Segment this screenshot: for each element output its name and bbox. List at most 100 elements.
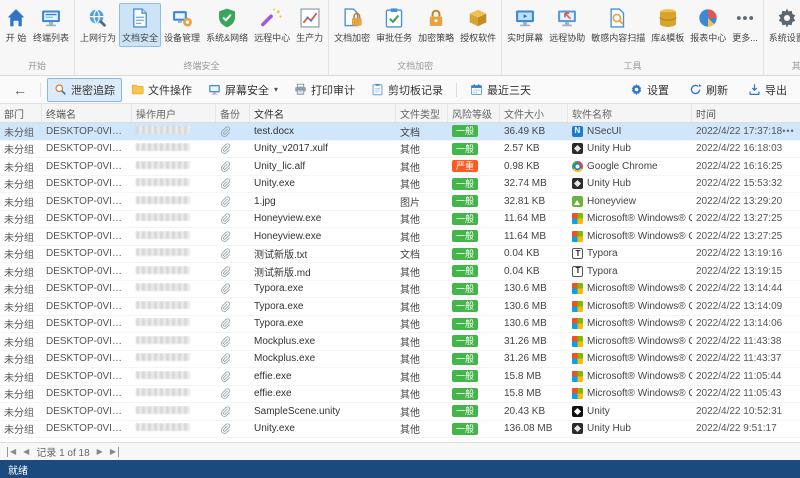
next-page-button[interactable]: ▶ [97,447,103,457]
column-header-5[interactable]: 文件类型 [396,104,448,122]
row-more-button[interactable]: ••• [782,126,796,136]
cell-backup[interactable] [216,353,250,365]
cell-backup[interactable] [216,213,250,225]
ribbon-item-doc-encrypt[interactable]: 文档加密 [331,3,373,47]
ribbon-item-report-center[interactable]: 报表中心 [687,3,729,47]
table-row[interactable]: 未分组 DESKTOP-0VIDMDJ test.docx 文档 一般 36.4… [0,123,800,141]
software-name: Microsoft® Windows® Oper... [587,370,692,382]
ribbon-item-realtime-screen[interactable]: 实时屏幕 [504,3,546,47]
cell-backup[interactable] [216,126,250,137]
ribbon-item-more[interactable]: 更多... [729,3,761,47]
toolbar-button-screen-security[interactable]: 屏幕安全 ▾ [201,78,285,102]
ribbon-item-label: 开 始 [5,33,27,43]
column-header-2[interactable]: 操作用户 [132,104,216,122]
redacted-user-text [136,318,190,327]
toolbar-button-print-audit[interactable]: 打印审计 [287,78,362,102]
ribbon-item-approval-task[interactable]: 审批任务 [373,3,415,47]
cell-filename: Honeyview.exe [254,213,322,225]
cell-backup[interactable] [216,266,250,277]
ribbon-item-doc-security[interactable]: 文档安全 [119,3,162,47]
column-header-7[interactable]: 文件大小 [500,104,568,122]
table-row[interactable]: 未分组 DESKTOP-0VIDMDJ Unity_v2017.xulf 其他 … [0,141,800,158]
table-row[interactable]: 未分组 DESKTOP-0VIDMDJ Honeyview.exe 其他 一般 … [0,211,800,228]
table-row[interactable]: 未分组 DESKTOP-0VIDMDJ effie.exe 其他 一般 15.8… [0,386,800,403]
web-behavior-icon [87,7,109,29]
table-row[interactable]: 未分组 DESKTOP-0VIDMDJ effie.exe 其他 一般 15.8… [0,368,800,386]
ribbon-item-system-settings[interactable]: 系统设置 [766,3,800,47]
cell-software: Microsoft® Windows® Oper... [568,230,692,242]
cell-backup[interactable] [216,143,250,155]
table-row[interactable]: 未分组 DESKTOP-0VIDMDJ Mockplus.exe 其他 一般 3… [0,351,800,368]
column-header-9[interactable]: 时间 [692,104,800,122]
toolbar-button-clipboard-record[interactable]: 剪切板记录 [364,78,450,102]
cell-software: Typora [568,265,692,277]
cell-backup[interactable] [216,301,250,312]
toolbar-button-recent-days[interactable]: 最近三天 [463,78,538,102]
column-header-4[interactable]: 文件名 [250,104,396,122]
cell-backup[interactable] [216,318,250,330]
software-name: Microsoft® Windows® Oper... [587,300,692,312]
ribbon-item-remote-assist[interactable]: 远程协助 [546,3,588,47]
ribbon-item-system-network[interactable]: 系统&网络 [203,3,251,47]
cell-backup[interactable] [216,406,250,417]
ribbon-group: 系统设置关 于其他 [764,0,800,75]
software-name: Microsoft® Windows® Oper... [587,318,692,330]
table-row[interactable]: 未分组 DESKTOP-0VIDMDJ Typora.exe 其他 一般 130… [0,316,800,333]
ribbon-item-device-manage[interactable]: 设备管理 [161,3,203,47]
cell-backup[interactable] [216,161,250,172]
screen-security-icon [208,83,221,96]
last-page-button[interactable]: ▶ [110,446,119,457]
cell-backup[interactable] [216,423,250,435]
toolbar-button-export[interactable]: 导出 [741,78,794,102]
cell-backup[interactable] [216,336,250,347]
ribbon-item-remote-center[interactable]: 远程中心 [251,3,293,47]
prev-page-button[interactable]: ◀ [23,447,29,457]
table-row[interactable]: 未分组 DESKTOP-0VIDMDJ SampleScene.unity 其他… [0,403,800,421]
ribbon-item-encrypt-policy[interactable]: 加密策略 [415,3,457,47]
toolbar-button-settings[interactable]: 设置 [623,78,676,102]
table-row[interactable]: 未分组 DESKTOP-0VIDMDJ 测试新版.txt 文档 一般 0.04 … [0,246,800,263]
column-header-1[interactable]: 终端名 [42,104,132,122]
table-row[interactable]: 未分组 DESKTOP-0VIDMDJ Unity.exe 其他 一般 32.7… [0,176,800,193]
table-row[interactable]: 未分组 DESKTOP-0VIDMDJ Honeyview.exe 其他 一般 … [0,228,800,246]
cell-backup[interactable] [216,283,250,295]
ribbon-item-start[interactable]: 开 始 [2,3,30,47]
table-row[interactable]: 未分组 DESKTOP-0VIDMDJ Typora.exe 其他 一般 130… [0,281,800,298]
table-row[interactable]: 未分组 DESKTOP-0VIDMDJ Typora.exe 其他 一般 130… [0,298,800,316]
cell-filesize: 20.43 KB [504,405,546,417]
column-header-8[interactable]: 软件名称 [568,104,692,122]
cell-risk: 一般 [448,247,500,260]
ribbon-item-terminal-list[interactable]: 终端列表 [30,3,72,47]
ribbon-item-productivity[interactable]: 生产力 [293,3,326,47]
ribbon-item-library-template[interactable]: 库&模板 [648,3,687,47]
column-header-0[interactable]: 部门 [0,104,42,122]
table-row[interactable]: 未分组 DESKTOP-0VIDMDJ 测试新版.md 其他 一般 0.04 K… [0,263,800,281]
cell-department: 未分组 [4,267,34,279]
table-row[interactable]: 未分组 DESKTOP-0VIDMDJ Unity.exe 其他 一般 136.… [0,421,800,438]
cell-backup[interactable] [216,388,250,400]
cell-backup[interactable] [216,371,250,382]
ribbon-item-licensed-software[interactable]: 授权软件 [457,3,499,47]
table-row[interactable]: 未分组 DESKTOP-0VIDMDJ Unity_lic.alf 其他 严重 … [0,158,800,176]
cell-backup[interactable] [216,178,250,190]
time-text: 2022/4/22 11:05:43 [696,388,782,400]
column-header-3[interactable]: 备份 [216,104,250,122]
ribbon-item-sensitive-scan[interactable]: 敏感内容扫描 [588,3,648,47]
toolbar-button-file-operations[interactable]: 文件操作 [124,78,199,102]
back-button[interactable]: ← [6,80,34,100]
ribbon-item-label: 系统设置 [768,33,800,43]
paperclip-icon [220,336,231,347]
cell-backup[interactable] [216,196,250,207]
column-header-6[interactable]: 风险等级 [448,104,500,122]
toolbar-button-leak-trace[interactable]: 泄密追踪 [47,77,122,102]
productivity-icon [299,7,321,29]
cell-backup[interactable] [216,248,250,260]
software-name: Typora [587,265,618,277]
cell-backup[interactable] [216,231,250,242]
cell-filesize: 136.08 MB [504,423,553,435]
ribbon-item-web-behavior[interactable]: 上网行为 [77,3,119,47]
table-row[interactable]: 未分组 DESKTOP-0VIDMDJ 1.jpg 图片 一般 32.81 KB… [0,193,800,211]
first-page-button[interactable]: ◀ [7,446,16,457]
table-row[interactable]: 未分组 DESKTOP-0VIDMDJ Mockplus.exe 其他 一般 3… [0,333,800,351]
toolbar-button-refresh[interactable]: 刷新 [682,78,735,102]
